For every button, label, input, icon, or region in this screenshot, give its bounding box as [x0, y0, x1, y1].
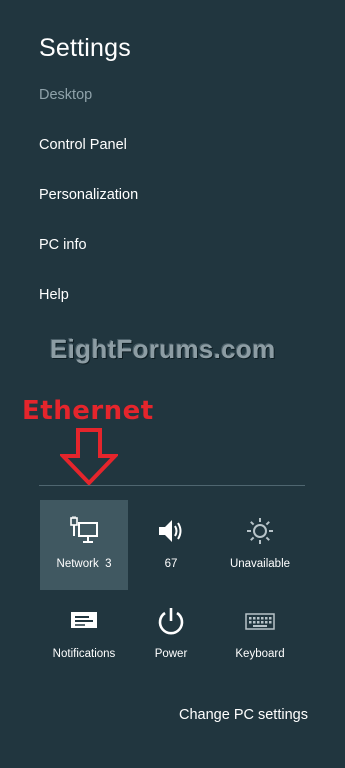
menu-item-pc-info[interactable]: PC info — [39, 237, 87, 253]
network-tile[interactable]: Network 3 — [40, 500, 128, 590]
volume-tile[interactable]: 67 — [127, 500, 215, 590]
brightness-icon — [245, 516, 275, 546]
notifications-tile[interactable]: Notifications — [40, 590, 128, 680]
menu-item-help[interactable]: Help — [39, 287, 69, 303]
volume-icon — [156, 516, 186, 546]
keyboard-label: Keyboard — [235, 648, 285, 660]
brightness-label: Unavailable — [229, 558, 291, 570]
menu-item-personalization[interactable]: Personalization — [39, 187, 138, 203]
menu-item-desktop[interactable]: Desktop — [39, 87, 92, 103]
power-icon — [156, 606, 186, 636]
power-tile[interactable]: Power — [127, 590, 215, 680]
keyboard-icon — [244, 606, 276, 636]
watermark: EightForums.com — [50, 334, 276, 364]
divider — [39, 485, 305, 486]
network-label: Network 3 — [56, 558, 112, 570]
page-title: Settings — [39, 34, 131, 62]
down-arrow-annotation — [60, 428, 118, 486]
keyboard-tile[interactable]: Keyboard — [216, 590, 304, 680]
brightness-tile[interactable]: Unavailable — [216, 500, 304, 590]
notifications-icon — [69, 606, 99, 636]
change-pc-settings-link[interactable]: Change PC settings — [179, 707, 308, 723]
power-label: Power — [154, 648, 188, 660]
ethernet-annotation: Ethernet — [22, 396, 154, 426]
ethernet-network-icon — [69, 516, 99, 546]
menu-item-control-panel[interactable]: Control Panel — [39, 137, 127, 153]
notifications-label: Notifications — [52, 648, 116, 660]
volume-label: 67 — [164, 558, 178, 570]
